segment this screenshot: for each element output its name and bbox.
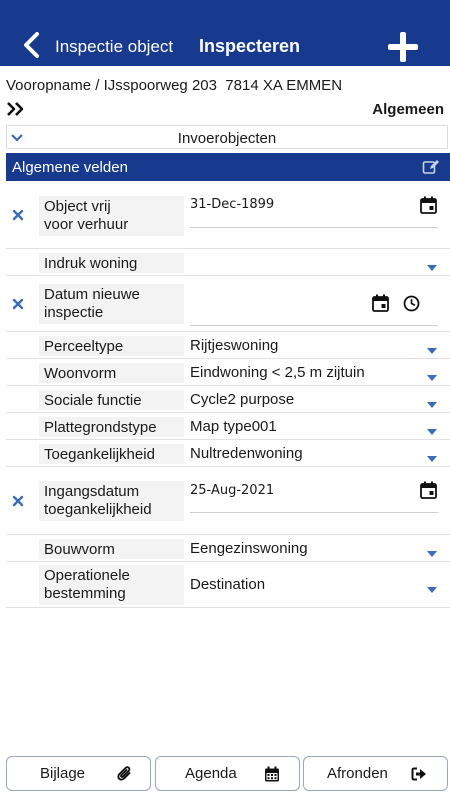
field-label: Sociale functie — [39, 390, 184, 410]
invoerobjecten-toggle[interactable]: Invoerobjecten — [6, 125, 448, 149]
back-label[interactable]: Inspectie object — [55, 37, 173, 57]
field-label: Object vrij voor verhuur — [39, 196, 184, 236]
caret-down-icon[interactable] — [426, 396, 438, 408]
clock-icon[interactable] — [403, 295, 420, 312]
label-line-2: inspectie — [44, 304, 104, 321]
plus-icon — [388, 32, 418, 62]
field-label: Woonvorm — [39, 363, 184, 383]
field-underline — [190, 512, 438, 513]
field-label: Toegankelijkheid — [39, 444, 184, 464]
agenda-button[interactable]: Agenda — [155, 756, 300, 791]
invoerobjecten-label: Invoerobjecten — [177, 130, 277, 147]
dropdown-value[interactable]: Rijtjeswoning — [190, 337, 278, 354]
field-datum-nieuwe-inspectie: Datum nieuwe inspectie — [6, 276, 450, 332]
afronden-button[interactable]: Afronden — [303, 756, 448, 791]
label-line-1: Datum nieuwe — [44, 286, 140, 303]
address-breadcrumb: Vooropname / IJsspoorweg 203 7814 XA EMM… — [6, 77, 343, 94]
field-label: Datum nieuwe inspectie — [39, 284, 184, 324]
field-label: Indruk woning — [39, 253, 184, 273]
caret-down-icon[interactable] — [426, 423, 438, 435]
field-perceeltype[interactable]: Perceeltype Rijtjeswoning — [6, 332, 450, 359]
agenda-label: Agenda — [185, 765, 237, 782]
calendar-icon[interactable] — [420, 481, 437, 499]
caret-down-icon[interactable] — [426, 581, 438, 593]
group-title: Algemene velden — [12, 159, 128, 176]
add-button[interactable] — [385, 29, 421, 65]
field-bouwvorm[interactable]: Bouwvorm Eengezinswoning — [6, 535, 450, 562]
field-label: Plattegrondstype — [39, 417, 184, 437]
calendar-icon — [264, 766, 280, 782]
close-icon[interactable] — [11, 208, 25, 222]
close-icon[interactable] — [11, 297, 25, 311]
bijlage-label: Bijlage — [40, 765, 86, 782]
chevron-left-icon — [24, 32, 39, 58]
field-plattegrondstype[interactable]: Plattegrondstype Map type001 — [6, 413, 450, 440]
field-underline — [190, 325, 438, 326]
page-title: Inspecteren — [199, 36, 301, 56]
caret-down-icon[interactable] — [426, 545, 438, 557]
date-value[interactable]: 25-Aug-2021 — [190, 483, 274, 498]
label-line-2: bestemming — [44, 585, 126, 602]
paperclip-icon — [117, 766, 133, 782]
field-label: Operationele bestemming — [39, 565, 184, 605]
group-header: Algemene velden — [6, 153, 450, 181]
field-indruk-woning[interactable]: Indruk woning — [6, 249, 450, 276]
field-object-vrij: Object vrij voor verhuur 31-Dec-1899 — [6, 183, 450, 249]
calendar-icon[interactable] — [372, 294, 389, 312]
edit-icon[interactable] — [422, 159, 440, 175]
section-label: Algemeen — [372, 101, 444, 118]
dropdown-value[interactable]: Cycle2 purpose — [190, 391, 294, 408]
label-line-1: Operationele — [44, 567, 130, 584]
field-woonvorm[interactable]: Woonvorm Eindwoning < 2,5 m zijtuin — [6, 359, 450, 386]
field-underline — [190, 227, 438, 228]
calendar-icon[interactable] — [420, 196, 437, 214]
app-header: Inspectie object Inspecteren — [0, 0, 450, 66]
expand-button[interactable] — [6, 101, 26, 117]
label-line-1: Object vrij — [44, 198, 111, 215]
field-label: Perceeltype — [39, 336, 184, 356]
field-label: Bouwvorm — [39, 539, 184, 559]
dropdown-value[interactable]: Eindwoning < 2,5 m zijtuin — [190, 364, 365, 381]
caret-down-icon[interactable] — [426, 259, 438, 271]
back-button[interactable] — [18, 30, 44, 60]
label-line-1: Ingangsdatum — [44, 483, 140, 500]
dropdown-value[interactable]: Destination — [190, 576, 265, 593]
dropdown-value[interactable]: Nultredenwoning — [190, 445, 303, 462]
field-ingangsdatum: Ingangsdatum toegankelijkheid 25-Aug-202… — [6, 467, 450, 535]
caret-down-icon[interactable] — [426, 450, 438, 462]
double-chevron-right-icon — [7, 102, 24, 116]
field-toegankelijkheid[interactable]: Toegankelijkheid Nultredenwoning — [6, 440, 450, 467]
sign-out-icon — [411, 766, 427, 782]
date-value[interactable]: 31-Dec-1899 — [190, 197, 274, 212]
field-label: Ingangsdatum toegankelijkheid — [39, 481, 184, 521]
label-line-2: voor verhuur — [44, 216, 129, 233]
dropdown-value[interactable]: Eengezinswoning — [190, 540, 308, 557]
dropdown-value[interactable]: Map type001 — [190, 418, 277, 435]
bijlage-button[interactable]: Bijlage — [6, 756, 151, 791]
afronden-label: Afronden — [327, 765, 388, 782]
label-line-2: toegankelijkheid — [44, 501, 152, 518]
field-sociale-functie[interactable]: Sociale functie Cycle2 purpose — [6, 386, 450, 413]
close-icon[interactable] — [11, 494, 25, 508]
caret-down-icon[interactable] — [426, 369, 438, 381]
field-bestemming[interactable]: Operationele bestemming Destination — [6, 562, 450, 608]
caret-down-icon[interactable] — [426, 342, 438, 354]
